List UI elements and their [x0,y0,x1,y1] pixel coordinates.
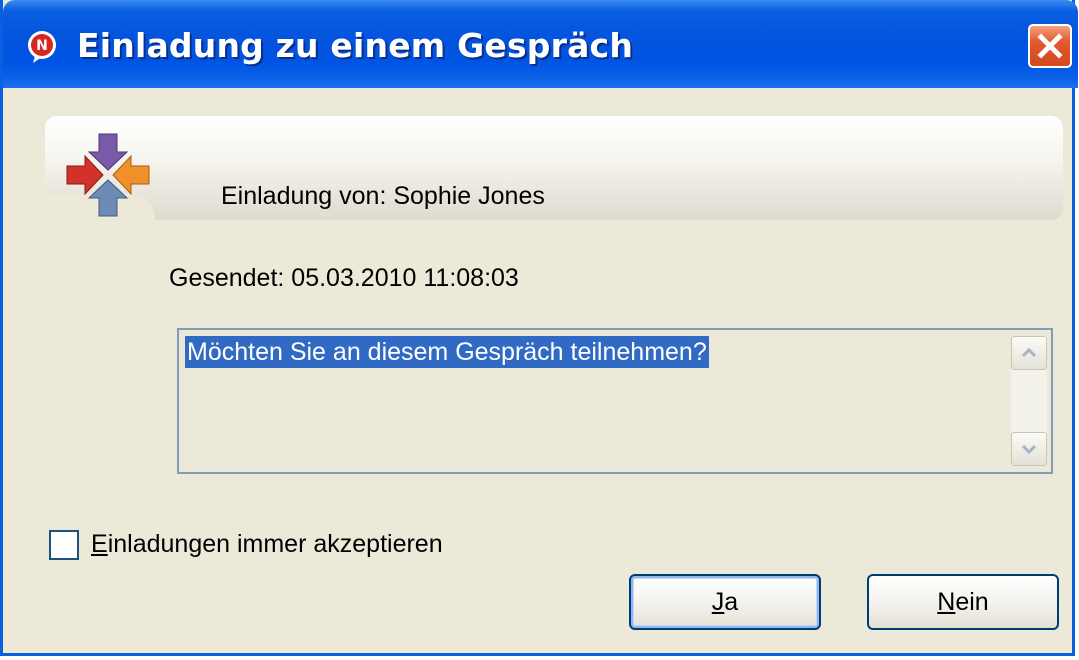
message-textarea[interactable]: Möchten Sie an diesem Gespräch teilnehme… [177,328,1053,474]
chevron-down-icon [1021,444,1037,455]
always-accept-label[interactable]: Einladungen immer akzeptieren [91,530,443,559]
dialog-window: N Einladung zu einem Gespräch Einladung … [0,0,1078,656]
message-scrollbar[interactable] [1011,336,1047,466]
scroll-down-button[interactable] [1011,432,1047,466]
conversation-arrows-icon [66,133,150,217]
close-button[interactable] [1028,24,1072,68]
chevron-up-icon [1021,347,1037,358]
close-icon [1037,33,1063,59]
sent-timestamp: Gesendet: 05.03.2010 11:08:03 [169,264,519,292]
message-text[interactable]: Möchten Sie an diesem Gespräch teilnehme… [185,336,709,368]
no-button[interactable]: Nein [867,574,1059,630]
app-icon: N [28,31,56,63]
title-bar[interactable]: N Einladung zu einem Gespräch [3,0,1078,88]
always-accept-checkbox[interactable] [49,530,79,560]
dialog-body: Einladung von: Sophie Jones Gesendet: 05… [3,88,1072,653]
window-title: Einladung zu einem Gespräch [77,26,634,65]
invite-from-label: Einladung von: Sophie Jones [221,182,545,210]
scroll-up-button[interactable] [1011,336,1047,370]
yes-button[interactable]: Ja [629,574,821,630]
invite-banner: Einladung von: Sophie Jones [45,116,1063,224]
svg-text:N: N [36,38,48,54]
